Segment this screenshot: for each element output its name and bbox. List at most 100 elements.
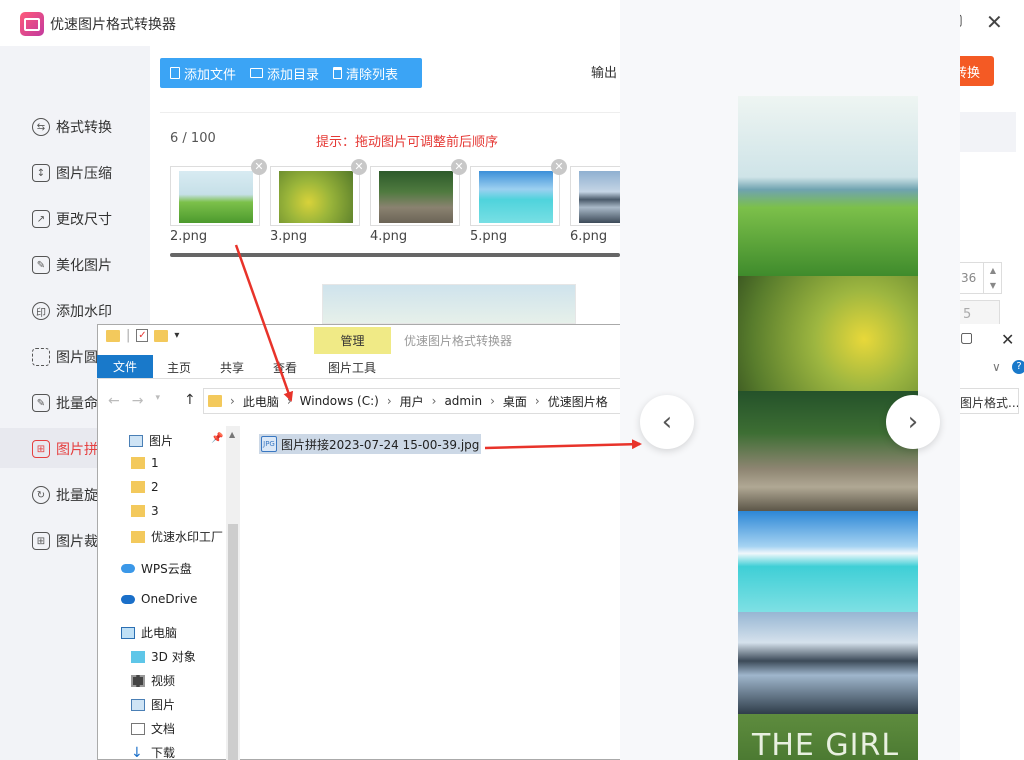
sidebar-item-label: 批量命 (56, 396, 98, 412)
tree-item-label: 文档 (151, 722, 176, 736)
recent-dropdown-icon[interactable]: ▾ (155, 393, 160, 409)
breadcrumb-separator: › (386, 394, 392, 408)
tab-view[interactable]: 查看 (273, 359, 297, 376)
resize-icon: ↗ (32, 210, 50, 228)
secondary-input-value: 5 (963, 307, 972, 322)
tree-item[interactable]: WPS云盘 (121, 560, 192, 577)
tree-item-label: 下载 (151, 746, 176, 760)
explorer-close-icon[interactable]: ✕ (1001, 330, 1014, 349)
tree-item[interactable]: 此电脑 (121, 624, 177, 641)
breadcrumb-item[interactable]: 桌面 (503, 393, 527, 410)
tab-picture-tools[interactable]: 图片工具 (328, 359, 376, 376)
tree-item[interactable]: 图片 (131, 696, 175, 713)
properties-icon[interactable]: ✓ (136, 329, 149, 342)
folder-icon (131, 505, 145, 517)
tree-item[interactable]: ↓ 下载 (131, 744, 175, 760)
watermark-icon: 印 (32, 302, 50, 320)
new-folder-icon[interactable] (154, 329, 169, 342)
remove-thumbnail-icon[interactable]: ✕ (351, 159, 367, 175)
stepper-arrows-icon[interactable]: ▲ ▼ (983, 263, 1002, 293)
sidebar-item-watermark[interactable]: 印添加水印 (32, 299, 150, 323)
stitch-part-beach (738, 511, 918, 612)
sidebar-item-beautify[interactable]: ✎ 美化图片 (32, 253, 150, 277)
pictures-icon (131, 698, 145, 711)
tree-item[interactable]: 3 (131, 504, 159, 518)
tree-item-label: OneDrive (141, 592, 198, 606)
next-image-button[interactable]: › (886, 395, 940, 449)
tab-share[interactable]: 共享 (220, 359, 244, 376)
thumbnail-label: 6.png (570, 229, 608, 244)
up-arrow-icon[interactable]: ↑ (184, 392, 196, 408)
folder-icon (131, 481, 145, 493)
tree-item[interactable]: 1 (131, 456, 159, 470)
thumbnail-image (579, 171, 621, 223)
remove-thumbnail-icon[interactable]: ✕ (451, 159, 467, 175)
add-folder-button[interactable]: 添加目录 (250, 64, 319, 83)
thumbnail-scrollbar[interactable] (170, 253, 620, 257)
remove-thumbnail-icon[interactable]: ✕ (551, 159, 567, 175)
tree-scrollbar-thumb[interactable] (228, 524, 238, 760)
breadcrumb-item[interactable]: admin (444, 394, 482, 408)
image-count: 6 / 100 (170, 131, 216, 146)
tab-file[interactable]: 文件 (97, 355, 153, 378)
thumbnail-item[interactable]: ✕ (470, 159, 567, 226)
remove-thumbnail-icon[interactable]: ✕ (251, 159, 267, 175)
thumbnail-image (179, 171, 253, 223)
thumbnail-item[interactable]: ✕ (270, 159, 367, 226)
size-stepper[interactable]: 36 ▲ ▼ (958, 262, 1002, 294)
sidebar-item-format-convert[interactable]: ⇆ 格式转换 (32, 115, 150, 139)
folder-icon (208, 395, 222, 407)
add-file-button[interactable]: 添加文件 (170, 64, 236, 83)
breadcrumb-item[interactable]: 优速图片格 (548, 393, 608, 410)
search-input[interactable]: 图片格式... (957, 388, 1019, 414)
tree-item[interactable]: 优速水印工厂 (131, 528, 223, 545)
sidebar-item-label: 图片拼 (56, 442, 98, 458)
clear-list-button[interactable]: 清除列表 (333, 64, 398, 83)
manage-context-tab[interactable]: 管理 (314, 327, 391, 354)
tree-item[interactable]: 图片 (129, 432, 173, 449)
tree-item-label: 3D 对象 (151, 650, 196, 664)
sidebar-item-label: 图片压缩 (56, 166, 112, 182)
thumbnail-label: 4.png (370, 229, 408, 244)
file-name: 图片拼接2023-07-24 15-00-39.jpg (281, 437, 480, 452)
restore-icon[interactable]: ▢ (960, 330, 973, 346)
sidebar-item-label: 格式转换 (56, 120, 112, 136)
breadcrumb-separator: › (534, 394, 540, 408)
close-icon[interactable]: ✕ (986, 10, 1003, 34)
tree-item-label: 3 (151, 504, 159, 518)
thumbnail-item[interactable]: ✕ (170, 159, 267, 226)
tree-item-label: 1 (151, 456, 159, 470)
thumbnail-image (279, 171, 353, 223)
tree-item[interactable]: 文档 (131, 720, 175, 737)
pin-icon[interactable]: 📌 (211, 433, 223, 444)
tree-item[interactable]: 2 (131, 480, 159, 494)
file-list-item[interactable]: JPG 图片拼接2023-07-24 15-00-39.jpg (259, 434, 481, 454)
cube-icon (131, 650, 145, 663)
tree-item[interactable]: OneDrive (121, 592, 197, 606)
forward-arrow-icon[interactable]: → (132, 393, 144, 409)
breadcrumb-separator: › (286, 394, 292, 408)
thumbnail-item[interactable]: ✕ (370, 159, 467, 226)
back-arrow-icon[interactable]: ← (108, 393, 120, 409)
tab-home[interactable]: 主页 (167, 359, 191, 376)
nav-back-forward: ← → ▾ (108, 393, 160, 409)
previous-image-button[interactable]: ‹ (640, 395, 694, 449)
sidebar-item-resize[interactable]: ↗ 更改尺寸 (32, 207, 150, 231)
breadcrumb-item[interactable]: 此电脑 (243, 393, 279, 410)
thumbnail-item[interactable] (570, 166, 621, 226)
breadcrumb-item[interactable]: Windows (C:) (300, 394, 379, 408)
chevron-down-icon[interactable]: ∨ (992, 360, 1001, 374)
quick-access-toolbar: | ✓ ▾ (106, 328, 179, 343)
address-bar[interactable]: › 此电脑 › Windows (C:) › 用户 › admin › 桌面 ›… (203, 388, 623, 414)
image-edit-icon: ✎ (32, 256, 50, 274)
tree-item[interactable]: 3D 对象 (131, 648, 196, 665)
breadcrumb-item[interactable]: 用户 (400, 393, 424, 410)
tree-item-label: 图片 (149, 434, 174, 448)
tree-item[interactable]: 视频 (131, 672, 175, 689)
tree-item-label: 图片 (151, 698, 176, 712)
help-icon[interactable]: ? (1012, 360, 1024, 374)
customize-dropdown-icon[interactable]: ▾ (174, 330, 179, 341)
scroll-up-icon[interactable]: ▲ (229, 430, 235, 439)
sidebar-item-compress[interactable]: ↕ 图片压缩 (32, 161, 150, 185)
breadcrumb-separator: › (230, 394, 235, 408)
